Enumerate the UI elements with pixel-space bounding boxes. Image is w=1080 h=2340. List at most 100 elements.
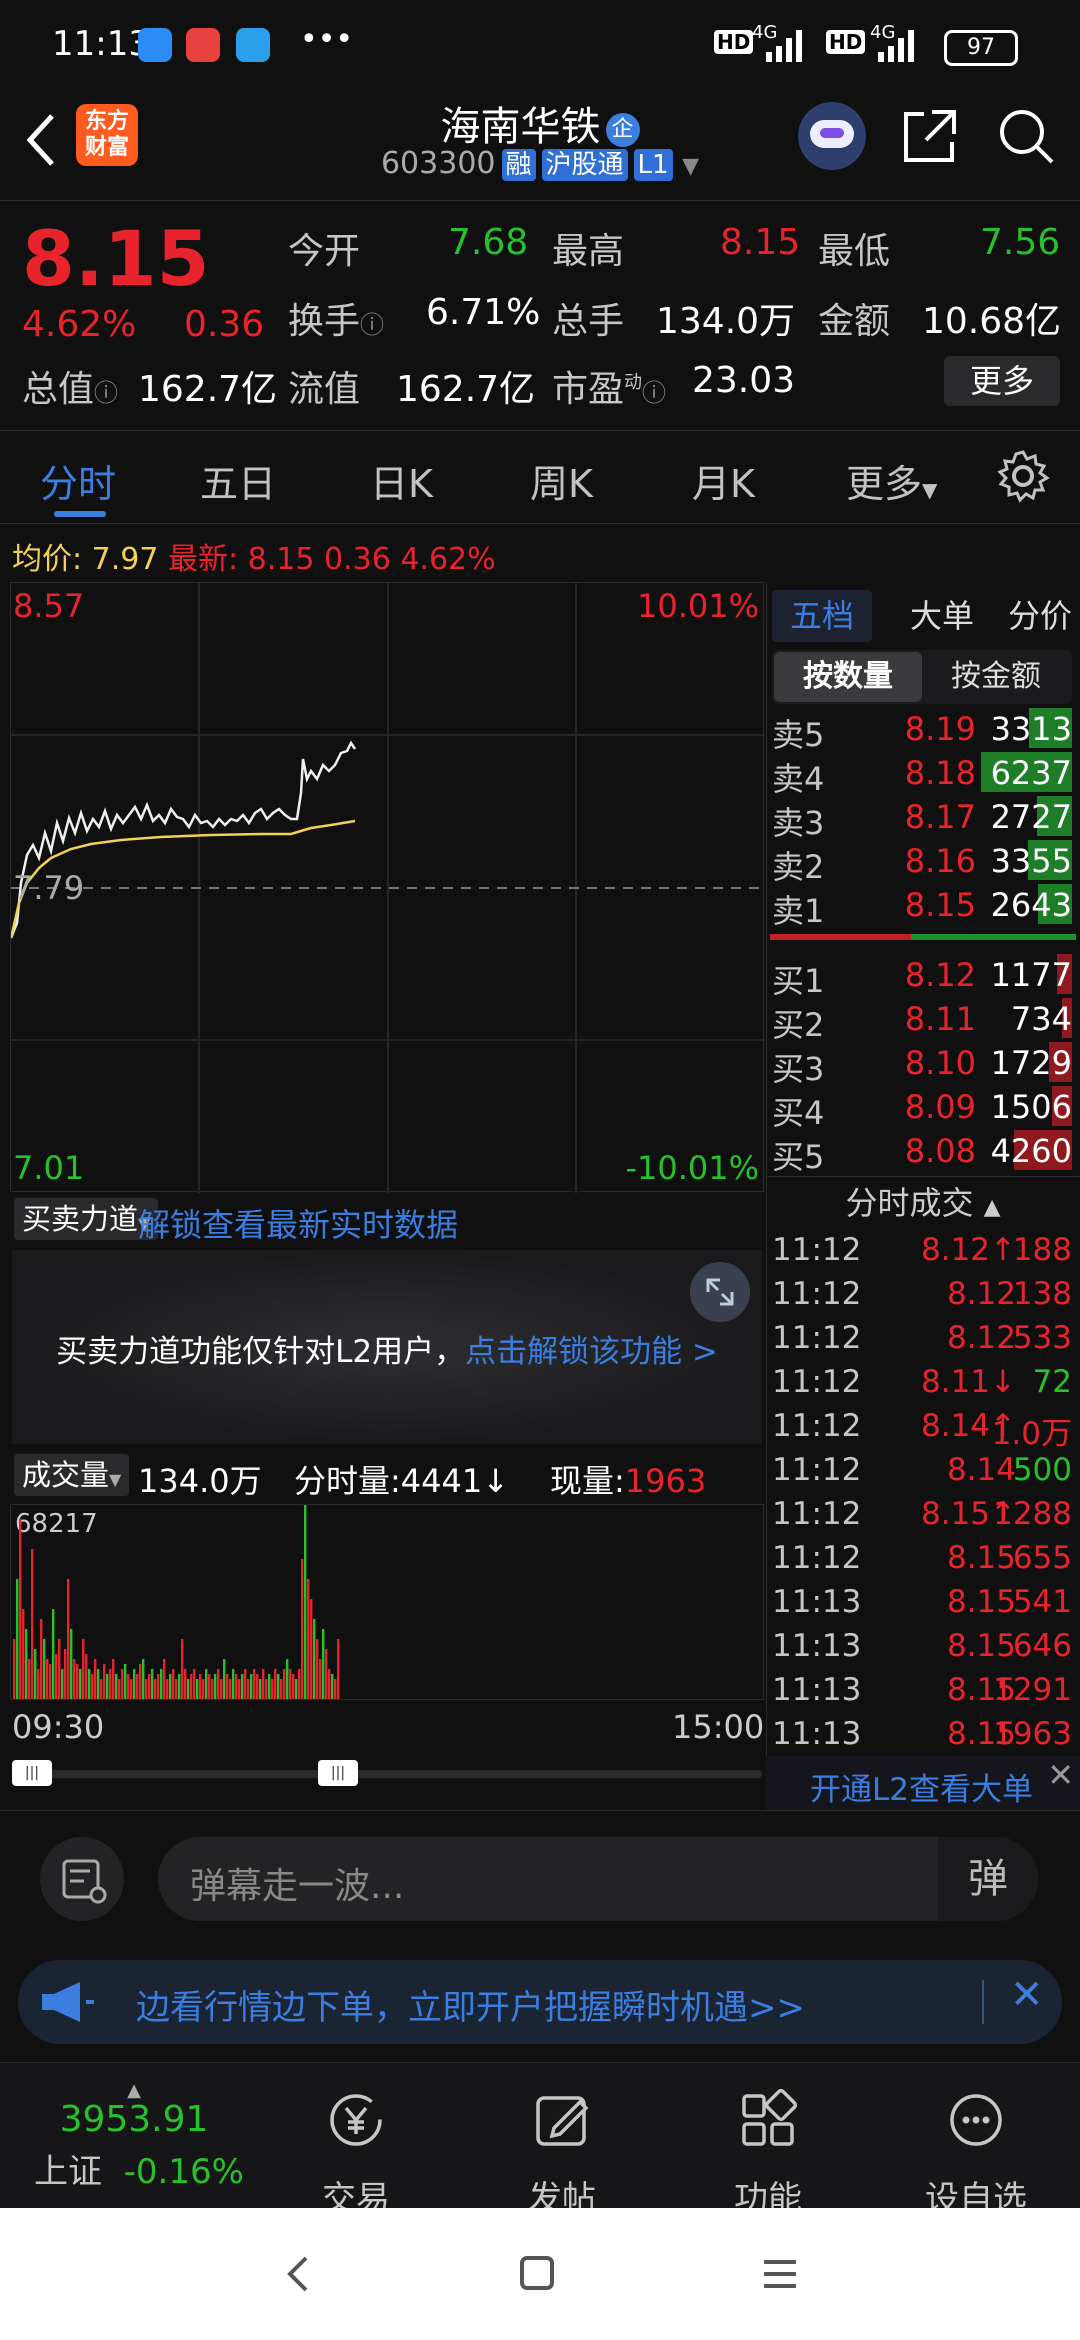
volume-bar xyxy=(244,1669,247,1699)
ask-row[interactable]: 卖3 8.17 2727 xyxy=(772,794,1072,842)
nav-trade[interactable]: 交易 xyxy=(286,2088,426,2220)
volume-bar xyxy=(142,1659,145,1699)
avg-label: 均价: xyxy=(12,542,83,577)
tab-five-levels[interactable]: 五档 xyxy=(772,590,872,642)
current-volume: 现量:1963 xyxy=(550,1456,706,1502)
volume-bar xyxy=(154,1679,157,1699)
tab-five-day[interactable]: 五日 xyxy=(200,453,276,508)
share-icon[interactable] xyxy=(900,106,960,166)
bid-row[interactable]: 买3 8.10 1729 xyxy=(772,1040,1072,1088)
system-home-icon[interactable] xyxy=(518,2254,558,2294)
volume-bar xyxy=(211,1679,214,1699)
timeline-scroll-track[interactable] xyxy=(12,1770,762,1778)
mode-by-amount[interactable]: 按金额 xyxy=(922,652,1070,702)
ask-row[interactable]: 卖2 8.16 3355 xyxy=(772,838,1072,886)
ask-row[interactable]: 卖1 8.15 2643 xyxy=(772,882,1072,930)
level-price: 8.18 xyxy=(904,754,976,792)
bid-row[interactable]: 买5 8.08 4260 xyxy=(772,1128,1072,1176)
volume-bar xyxy=(277,1674,280,1699)
volume-header: 成交量▼ 134.0万 分时量:4441↓ 现量:1963 xyxy=(10,1448,764,1504)
nav-post[interactable]: 发帖 xyxy=(492,2088,632,2220)
volume-bar xyxy=(52,1609,55,1699)
ask-row[interactable]: 卖5 8.19 3313 xyxy=(772,706,1072,754)
bid-row[interactable]: 买4 8.09 1506 xyxy=(772,1084,1072,1132)
volume-bar xyxy=(103,1664,106,1699)
expand-icon[interactable] xyxy=(690,1262,750,1322)
period-volume: 分时量:4441↓ xyxy=(294,1456,509,1502)
tick-time: 11:13 xyxy=(772,1716,862,1752)
index-row: 上证 -0.16% xyxy=(34,2144,244,2193)
high-label: 最高 xyxy=(552,231,625,272)
tab-more[interactable]: 更多▼ xyxy=(846,453,937,508)
tick-row: 11:12 8.15 655 xyxy=(772,1536,1072,1580)
latest-label: 最新: xyxy=(168,542,239,577)
avg-value: 7.97 xyxy=(91,542,159,577)
danmu-toggle-button[interactable]: 弹 xyxy=(938,1837,1038,1921)
market-cap-label[interactable]: 总值ⓘ xyxy=(22,360,118,412)
tab-intraday[interactable]: 分时 xyxy=(40,453,116,508)
tab-monthly-k[interactable]: 月K xyxy=(692,453,755,508)
bid-row[interactable]: 买2 8.11 734 xyxy=(772,996,1072,1044)
volume-bar xyxy=(295,1679,298,1699)
tick-row: 11:12 8.14↑ 1.0万 xyxy=(772,1404,1072,1452)
force-unlock-button[interactable]: 点击解锁该功能 > xyxy=(465,1334,718,1370)
volume-bar xyxy=(70,1629,73,1699)
dropdown-icon: ▼ xyxy=(922,478,938,502)
tick-time: 11:12 xyxy=(772,1452,862,1488)
robot-assistant-icon[interactable] xyxy=(798,102,866,170)
tick-time: 11:12 xyxy=(772,1364,862,1400)
volume-bar xyxy=(193,1669,196,1699)
l2-upgrade-link[interactable]: 开通L2查看大单 xyxy=(810,1764,1033,1809)
tab-weekly-k[interactable]: 周K xyxy=(530,453,593,508)
pe-value: 23.03 xyxy=(692,360,796,401)
tick-volume: 1288 xyxy=(993,1496,1072,1532)
tab-daily-k[interactable]: 日K xyxy=(370,453,433,508)
search-icon[interactable] xyxy=(996,106,1056,166)
intraday-price-chart[interactable]: 8.57 7.79 7.01 10.01% -10.01% xyxy=(10,582,765,1193)
tick-time: 11:12 xyxy=(772,1276,862,1312)
volume-bar xyxy=(172,1669,175,1699)
force-unlock-link[interactable]: 解锁查看最新实时数据 xyxy=(138,1200,458,1246)
more-button[interactable]: 更多 xyxy=(944,356,1060,406)
volume-bar xyxy=(46,1659,49,1699)
level-price: 8.16 xyxy=(904,842,976,880)
tick-volume: 500 xyxy=(1012,1452,1072,1488)
ask-row[interactable]: 卖4 8.18 6237 xyxy=(772,750,1072,798)
range-handle-right[interactable]: ||| xyxy=(318,1760,358,1786)
tick-volume: 1963 xyxy=(993,1716,1072,1752)
danmu-settings-icon[interactable] xyxy=(40,1837,124,1921)
danmu-input[interactable]: 弹幕走一波... 弹 xyxy=(158,1837,1038,1921)
force-select[interactable]: 买卖力道▼ xyxy=(14,1198,159,1240)
tab-price-distribution[interactable]: 分价 xyxy=(990,590,1080,642)
bid-row[interactable]: 买1 8.12 1177 xyxy=(772,952,1072,1000)
volume-bar xyxy=(250,1674,253,1699)
index-ticker[interactable]: ▲ 3953.91 上证 -0.16% xyxy=(34,2080,244,2200)
close-icon[interactable]: ✕ xyxy=(1010,1972,1044,2018)
volume-bar xyxy=(220,1679,223,1699)
system-menu-icon[interactable] xyxy=(760,2254,800,2294)
volume-bar xyxy=(190,1674,193,1699)
nav-functions[interactable]: 功能 xyxy=(698,2088,838,2220)
close-icon[interactable]: ✕ xyxy=(1047,1756,1074,1794)
level-volume: 2727 xyxy=(990,798,1072,836)
volume-select[interactable]: 成交量▼ xyxy=(14,1454,130,1496)
volume-chart[interactable]: 68217 xyxy=(10,1504,764,1700)
volume-bar xyxy=(271,1679,274,1699)
settings-gear-icon[interactable] xyxy=(996,449,1050,503)
dropdown-icon[interactable]: ▼ xyxy=(682,154,699,179)
range-handle-left[interactable]: ||| xyxy=(12,1760,52,1786)
volume-bar xyxy=(163,1659,166,1699)
ticks-header[interactable]: 分时成交 ▲ xyxy=(766,1176,1080,1229)
trade-yuan-icon xyxy=(330,2094,382,2146)
mode-by-quantity[interactable]: 按数量 xyxy=(774,652,922,702)
bid-ask-ratio-bar xyxy=(770,934,1076,940)
tab-large-orders[interactable]: 大单 xyxy=(892,590,992,642)
tick-time: 11:12 xyxy=(772,1496,862,1532)
l2-promo[interactable]: 开通L2查看大单 ✕ xyxy=(766,1756,1080,1810)
pe-label[interactable]: 市盈动ⓘ xyxy=(552,360,666,412)
quote-panel: 8.15 4.62% 0.36 今开 7.68 最高 8.15 最低 7.56 … xyxy=(0,200,1080,430)
system-back-icon[interactable] xyxy=(280,2252,316,2296)
turnover-label[interactable]: 换手ⓘ xyxy=(288,292,384,344)
account-promo-banner[interactable]: 边看行情边下单，立即开户把握瞬时机遇>> ✕ xyxy=(18,1960,1062,2044)
nav-add-watchlist[interactable]: 设自选 xyxy=(906,2088,1046,2220)
